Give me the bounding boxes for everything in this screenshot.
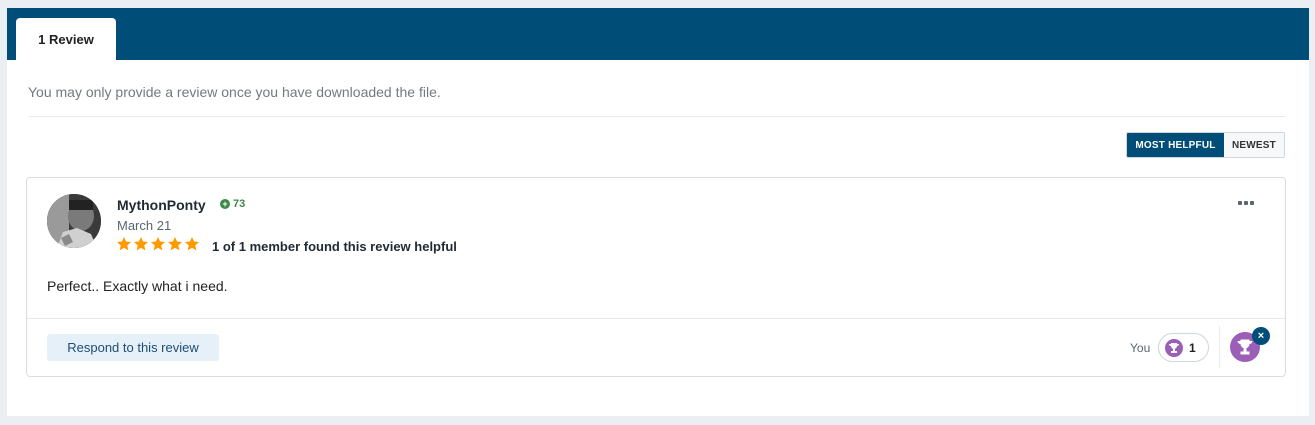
sort-newest-button[interactable]: NEWEST: [1224, 133, 1284, 157]
review-date: March 21: [117, 218, 172, 233]
reputation-badge: + 73: [220, 198, 245, 210]
respond-button[interactable]: Respond to this review: [47, 334, 219, 361]
author-name[interactable]: MythonPonty: [117, 197, 206, 213]
reaction-count: 1: [1189, 340, 1196, 355]
footer-divider: [27, 318, 1285, 319]
reaction-summary[interactable]: 1: [1158, 333, 1209, 362]
review-notice: You may only provide a review once you h…: [28, 84, 441, 100]
reputation-plus-icon: +: [220, 199, 230, 209]
avatar[interactable]: [47, 194, 101, 248]
review-card: MythonPonty + 73 March 21 1 of 1 member …: [26, 177, 1286, 377]
star-icon: [151, 237, 165, 251]
star-icon: [117, 237, 131, 251]
helpful-text: 1 of 1 member found this review helpful: [212, 239, 457, 254]
sort-most-helpful-button[interactable]: MOST HELPFUL: [1127, 133, 1224, 157]
star-icon: [185, 237, 199, 251]
trophy-icon: [1165, 338, 1183, 357]
close-icon[interactable]: ×: [1252, 327, 1270, 345]
star-icon: [168, 237, 182, 251]
tab-bar: 1 Review: [7, 8, 1309, 60]
divider: [28, 116, 1285, 117]
reaction-you-label: You: [1130, 341, 1151, 355]
tab-reviews[interactable]: 1 Review: [16, 18, 116, 60]
star-icon: [134, 237, 148, 251]
star-rating: [116, 236, 200, 252]
review-content: Perfect.. Exactly what i need.: [47, 278, 228, 294]
sort-toggle: MOST HELPFUL NEWEST: [1126, 132, 1285, 158]
reputation-count: 73: [233, 198, 246, 210]
reaction-divider: [1219, 326, 1220, 368]
reviews-panel: 1 Review You may only provide a review o…: [7, 8, 1309, 416]
ellipsis-icon[interactable]: [1235, 196, 1257, 210]
